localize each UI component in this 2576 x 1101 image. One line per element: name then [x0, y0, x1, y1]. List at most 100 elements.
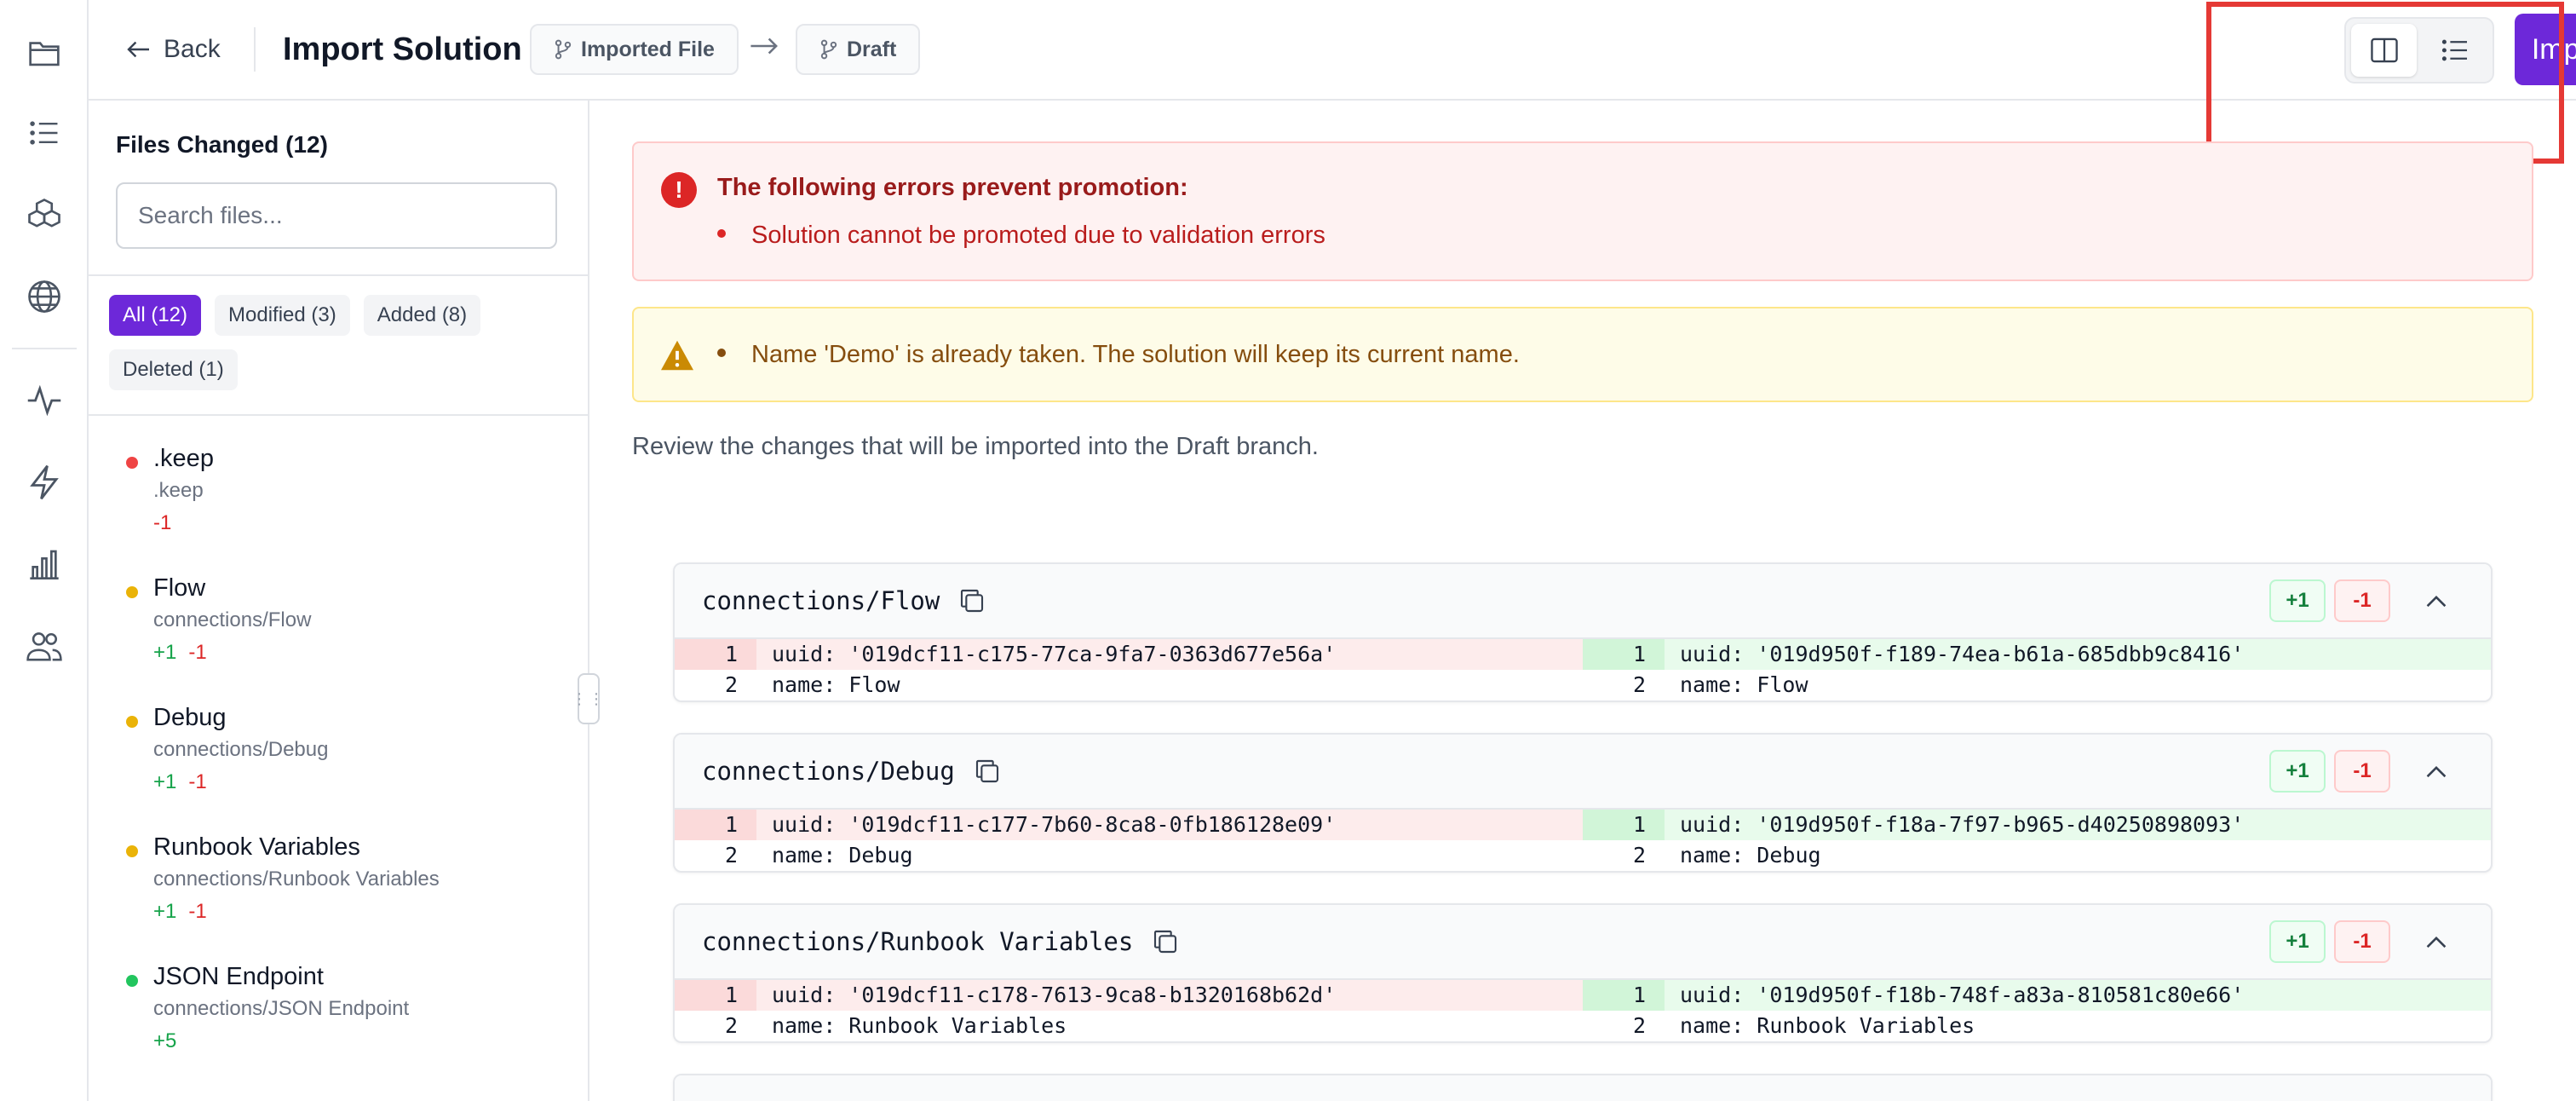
diff-card: connections/Runbook Variables +1 -1 1 uui…: [673, 903, 2493, 1043]
sidebar-divider: [89, 274, 589, 276]
diff-line: 2 name: Debug: [675, 840, 1583, 871]
folder-icon[interactable]: [26, 34, 63, 72]
line-number: 2: [1632, 1013, 1646, 1038]
warning-alert: Name 'Demo' is already taken. The soluti…: [632, 307, 2533, 402]
git-branch-icon: [820, 39, 837, 60]
diff-line-removed: 1 uuid: '019dcf11-c175-77ca-9fa7-0363d677…: [675, 639, 1583, 670]
diff-old-side: 1 uuid: '019dcf11-c175-77ca-9fa7-0363d677…: [675, 639, 1583, 700]
diff-card-partial: [673, 1074, 2493, 1101]
chevron-up-icon[interactable]: [2419, 585, 2453, 619]
additions-count: +5: [153, 1029, 177, 1052]
additions-badge: +1: [2269, 920, 2326, 963]
diff-line: 2 name: Runbook Variables: [675, 1011, 1583, 1041]
warning-item: Name 'Demo' is already taken. The soluti…: [717, 341, 1520, 369]
globe-icon[interactable]: [26, 278, 63, 315]
diff-body: 1 uuid: '019dcf11-c178-7613-9ca8-b1320168…: [675, 980, 2491, 1041]
warning-text: Name 'Demo' is already taken. The soluti…: [751, 341, 1520, 368]
chevron-up-icon[interactable]: [2419, 925, 2453, 960]
line-number: 1: [675, 980, 756, 1011]
search-files-input[interactable]: [116, 182, 557, 249]
copy-icon[interactable]: [974, 758, 1001, 785]
file-path: connections/JSON Endpoint: [153, 997, 410, 1020]
status-dot-added: [126, 975, 138, 987]
target-branch-label: Draft: [847, 37, 897, 61]
bar-chart-icon[interactable]: [26, 545, 63, 583]
line-number: 2: [1632, 672, 1646, 697]
diff-header: connections/Debug +1 -1: [675, 735, 2491, 810]
import-button[interactable]: Import: [2515, 14, 2576, 85]
git-branch-icon: [555, 39, 572, 60]
sidebar-divider: [89, 414, 589, 416]
error-alert: ! The following errors prevent promotion…: [632, 141, 2533, 281]
line-code: name: Runbook Variables: [772, 1013, 1067, 1038]
diff-card: connections/Flow +1 -1 1 uuid: '019dcf11-…: [673, 562, 2493, 702]
chevron-up-icon[interactable]: [2419, 755, 2453, 789]
line-code: name: Debug: [1680, 843, 1821, 868]
cubes-icon[interactable]: [26, 196, 63, 233]
line-code: uuid: '019d950f-f18b-748f-a83a-810581c80…: [1665, 980, 2491, 1011]
diff-line: 2 name: Flow: [675, 670, 1583, 700]
diff-body: 1 uuid: '019dcf11-c175-77ca-9fa7-0363d677…: [675, 639, 2491, 700]
deletions-count: -1: [188, 641, 207, 664]
error-item: Solution cannot be promoted due to valid…: [717, 222, 1325, 250]
additions-count: +1: [153, 641, 177, 664]
file-name: Runbook Variables: [153, 833, 360, 861]
back-label: Back: [164, 35, 221, 63]
file-stats: +1 -1: [153, 641, 207, 665]
diff-new-side: 1 uuid: '019d950f-f18b-748f-a83a-810581c8…: [1583, 980, 2491, 1041]
line-number: 2: [724, 843, 738, 868]
deletions-badge: -1: [2334, 579, 2390, 622]
file-stats: +5: [153, 1029, 188, 1053]
target-branch-pill: Draft: [796, 24, 921, 75]
arrow-right-icon: [750, 31, 779, 64]
list-icon: [2441, 39, 2467, 61]
users-icon[interactable]: [26, 627, 63, 665]
rail-divider: [12, 348, 77, 349]
file-name: JSON Endpoint: [153, 963, 324, 990]
filter-modified[interactable]: Modified (3): [215, 295, 350, 336]
deletions-badge: -1: [2334, 750, 2390, 793]
deletions-count: -1: [188, 770, 207, 793]
diff-line-added: 1 uuid: '019d950f-f18a-7f97-b965-d4025089…: [1583, 810, 2491, 840]
line-number: 1: [1583, 980, 1665, 1011]
left-rail: [0, 0, 89, 1101]
file-stats: +1 -1: [153, 900, 207, 924]
header-divider: [254, 27, 256, 72]
diff-line-removed: 1 uuid: '019dcf11-c177-7b60-8ca8-0fb18612…: [675, 810, 1583, 840]
diff-line-added: 1 uuid: '019d950f-f189-74ea-b61a-685dbb9c…: [1583, 639, 2491, 670]
status-dot-modified: [126, 586, 138, 598]
line-code: uuid: '019d950f-f18a-7f97-b965-d40250898…: [1665, 810, 2491, 840]
diff-header: connections/Runbook Variables +1 -1: [675, 905, 2491, 980]
file-path: connections/Runbook Variables: [153, 868, 440, 891]
copy-icon[interactable]: [958, 587, 986, 614]
source-branch-pill: Imported File: [530, 24, 739, 75]
line-code: uuid: '019d950f-f189-74ea-b61a-685dbb9c8…: [1665, 639, 2491, 670]
copy-icon[interactable]: [1152, 928, 1179, 955]
error-title: The following errors prevent promotion:: [717, 174, 1188, 201]
file-name: .keep: [153, 445, 214, 472]
list-icon[interactable]: [26, 114, 63, 152]
bullet-icon: [717, 349, 726, 358]
back-button[interactable]: Back: [126, 29, 221, 70]
additions-badge: +1: [2269, 579, 2326, 622]
diff-body: 1 uuid: '019dcf11-c177-7b60-8ca8-0fb18612…: [675, 810, 2491, 871]
filter-all[interactable]: All (12): [109, 295, 202, 336]
bolt-icon[interactable]: [26, 464, 63, 501]
activity-icon[interactable]: [26, 382, 63, 419]
diff-new-side: 1 uuid: '019d950f-f18a-7f97-b965-d4025089…: [1583, 810, 2491, 871]
filter-deleted[interactable]: Deleted (1): [109, 349, 238, 390]
additions-badge: +1: [2269, 750, 2326, 793]
file-path: .keep: [153, 479, 204, 502]
line-code: uuid: '019dcf11-c175-77ca-9fa7-0363d677e…: [756, 639, 1583, 670]
diff-path-text: connections/Runbook Variables: [702, 927, 1134, 956]
split-view-button[interactable]: [2351, 24, 2417, 77]
line-number: 1: [675, 639, 756, 670]
file-name: Debug: [153, 704, 227, 731]
diff-new-side: 1 uuid: '019d950f-f189-74ea-b61a-685dbb9c…: [1583, 639, 2491, 700]
diff-old-side: 1 uuid: '019dcf11-c178-7613-9ca8-b1320168…: [675, 980, 1583, 1041]
line-number: 2: [724, 672, 738, 697]
error-icon: !: [661, 172, 697, 208]
unified-view-button[interactable]: [2422, 24, 2487, 77]
filter-added[interactable]: Added (8): [363, 295, 481, 336]
arrow-left-icon: [127, 41, 149, 58]
